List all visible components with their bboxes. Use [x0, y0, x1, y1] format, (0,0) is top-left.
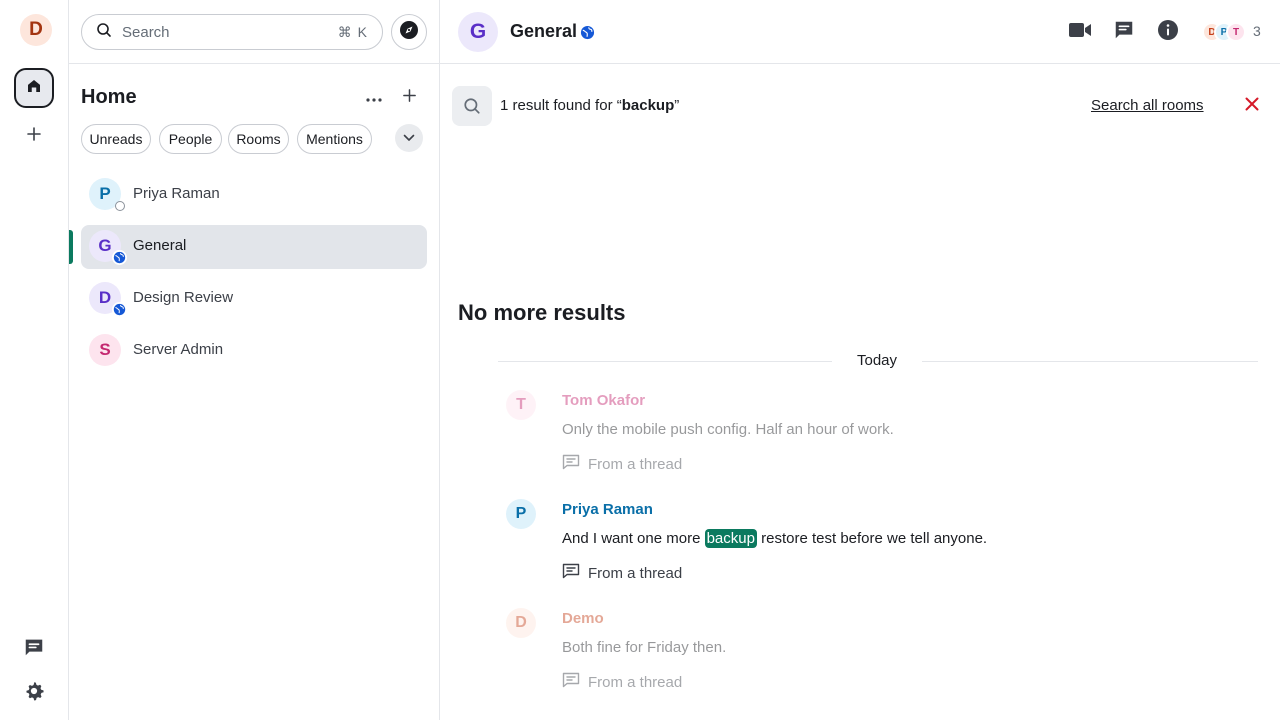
section-title: Home [81, 86, 137, 108]
thread-icon [562, 672, 580, 693]
home-space-button[interactable] [14, 68, 54, 108]
thread-label: From a thread [588, 456, 683, 473]
search-all-rooms-link[interactable]: Search all rooms [1091, 97, 1204, 114]
settings-button[interactable] [22, 681, 46, 705]
room-info-button[interactable] [1156, 19, 1180, 46]
thread-icon [562, 454, 580, 475]
search-highlight: backup [704, 529, 757, 548]
space-bar: D [0, 0, 69, 720]
sender-avatar[interactable]: D [506, 608, 536, 638]
room-item-design-review[interactable]: D Design Review [81, 277, 427, 321]
filter-people[interactable]: People [159, 124, 222, 154]
user-avatar[interactable]: D [20, 14, 52, 46]
room-list-options-button[interactable] [362, 86, 386, 110]
filter-mentions[interactable]: Mentions [297, 124, 372, 154]
compass-icon [399, 20, 419, 45]
threads-button[interactable] [1112, 20, 1136, 44]
search-icon [452, 86, 492, 126]
create-space-button[interactable] [23, 125, 45, 147]
globe-icon [112, 250, 127, 265]
search-results-bar: 1 result found for “backup” Search all r… [452, 86, 1268, 126]
sender-name[interactable]: Priya Raman [562, 501, 653, 518]
search-result-message[interactable]: T Tom Okafor Only the mobile push config… [498, 388, 1258, 488]
globe-icon [112, 302, 127, 317]
gear-icon [23, 680, 45, 707]
room-list-panel: Search ⌘ K Home Unreads People Rooms Men… [69, 0, 440, 720]
video-call-button[interactable] [1068, 20, 1092, 44]
selected-room-indicator [69, 230, 73, 264]
search-result-message[interactable]: D Demo Both fine for Friday then. From a… [498, 606, 1258, 706]
room-item-general[interactable]: G General [81, 225, 427, 269]
filter-rooms[interactable]: Rooms [228, 124, 289, 154]
search-field[interactable]: Search ⌘ K [81, 14, 383, 50]
room-name: Design Review [133, 289, 234, 306]
thread-icon [562, 563, 580, 584]
avatar: S [89, 334, 121, 366]
room-view: G General D P T 3 1 result found for “ba… [440, 0, 1280, 720]
sender-avatar[interactable]: P [506, 499, 536, 529]
sender-name[interactable]: Demo [562, 610, 604, 627]
presence-offline-icon [115, 201, 125, 211]
close-search-button[interactable] [1240, 94, 1264, 118]
info-icon [1157, 19, 1179, 46]
results-summary: 1 result found for “backup” [500, 97, 680, 114]
from-thread-link[interactable]: From a thread [562, 454, 682, 475]
no-more-results-label: No more results [458, 300, 626, 325]
message-body: Only the mobile push config. Half an hou… [562, 421, 894, 438]
search-result-message[interactable]: P Priya Raman And I want one more backup… [498, 497, 1258, 597]
more-icon [366, 89, 382, 107]
message-body: Both fine for Friday then. [562, 639, 727, 656]
date-separator: Today [498, 350, 1258, 372]
thread-label: From a thread [588, 674, 683, 691]
filter-unreads[interactable]: Unreads [81, 124, 151, 154]
room-name: Server Admin [133, 341, 224, 358]
threads-icon [23, 636, 45, 663]
room-name: Priya Raman [133, 185, 220, 202]
home-icon [25, 77, 43, 100]
divider [69, 63, 439, 64]
member-avatar: T [1226, 22, 1246, 42]
room-title[interactable]: General [510, 21, 577, 42]
search-shortcut: ⌘ K [337, 23, 368, 40]
threads-icon [1113, 19, 1135, 46]
from-thread-link[interactable]: From a thread [562, 672, 682, 693]
plus-icon [402, 88, 417, 108]
room-header[interactable]: G General D P T 3 [440, 0, 1280, 64]
from-thread-link[interactable]: From a thread [562, 563, 682, 584]
public-room-globe-icon [580, 25, 595, 40]
member-count[interactable]: 3 [1253, 23, 1261, 39]
search-label: Search [122, 23, 170, 41]
sender-avatar[interactable]: T [506, 390, 536, 420]
explore-rooms-button[interactable] [391, 14, 427, 50]
expand-filters-button[interactable] [395, 124, 423, 152]
video-camera-icon [1068, 21, 1092, 44]
sender-name[interactable]: Tom Okafor [562, 392, 645, 409]
thread-label: From a thread [588, 565, 683, 582]
close-icon [1245, 97, 1259, 116]
chevron-down-icon [403, 129, 415, 147]
search-icon [96, 22, 112, 43]
start-chat-button[interactable] [397, 86, 421, 110]
plus-icon [26, 126, 42, 147]
room-name: General [133, 237, 187, 254]
message-body: And I want one more backup restore test … [562, 529, 988, 548]
search-query: backup [621, 97, 675, 114]
room-item-priya-raman[interactable]: P Priya Raman [81, 173, 427, 217]
room-item-server-admin[interactable]: S Server Admin [81, 329, 427, 373]
room-avatar[interactable]: G [458, 12, 498, 52]
date-label: Today [856, 352, 898, 369]
threads-button[interactable] [22, 637, 46, 661]
